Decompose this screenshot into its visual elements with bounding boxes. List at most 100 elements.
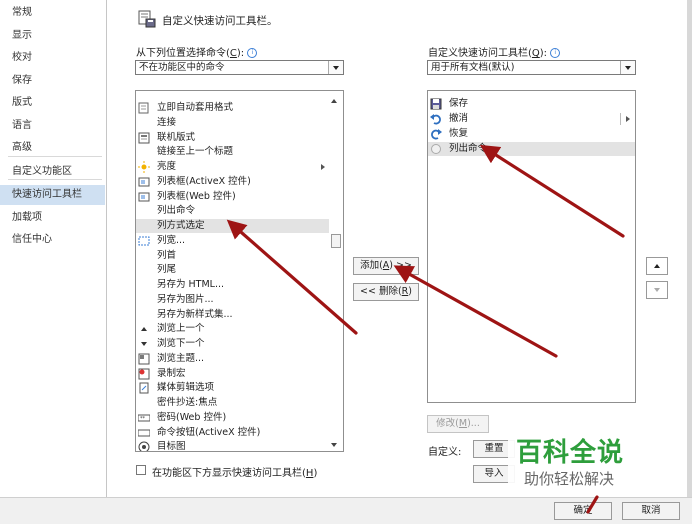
submenu-chevron-icon[interactable] xyxy=(626,116,630,122)
command-list-item[interactable]: 另存为 HTML... xyxy=(136,278,329,292)
move-down-button[interactable] xyxy=(646,281,668,299)
command-label: 链接至上一个标题 xyxy=(157,146,234,158)
command-label: 命令按钮(ActiveX 控件) xyxy=(157,426,261,438)
command-list-item[interactable]: 链接至上一个标题 xyxy=(136,145,329,159)
command-list-item[interactable]: 浏览主题... xyxy=(136,352,329,366)
nav-divider xyxy=(8,179,102,180)
scroll-down-icon[interactable] xyxy=(331,443,337,447)
add-button[interactable]: 添加(A) >> xyxy=(353,257,419,275)
info-icon: i xyxy=(247,48,258,58)
command-list-item[interactable]: 另存为新样式集... xyxy=(136,308,329,322)
nav-item[interactable]: 常规 xyxy=(12,3,32,23)
blank-icon xyxy=(138,146,150,158)
browse-prev-icon xyxy=(138,323,150,335)
nav-item[interactable]: 版式 xyxy=(12,93,32,113)
command-list-item[interactable]: 目标图 xyxy=(136,440,329,451)
watermark: 百科全说 助你轻松解决 xyxy=(508,428,668,496)
command-label: 列首 xyxy=(157,249,177,261)
command-label: 媒体剪辑选项 xyxy=(157,382,215,394)
ok-button[interactable]: 确定 xyxy=(554,502,612,520)
command-list-item[interactable]: 另存为图片... xyxy=(136,293,329,307)
command-list-item[interactable]: 联机版式 xyxy=(136,131,329,145)
clip-options-icon xyxy=(138,382,150,394)
command-label: 列尾 xyxy=(157,264,177,276)
qat-scope-dropdown[interactable]: 用于所有文档(默认) xyxy=(427,60,636,75)
command-list-item[interactable]: 亮度 xyxy=(136,160,329,174)
nav-item[interactable]: 校对 xyxy=(12,48,32,68)
command-label: 连接 xyxy=(157,116,177,128)
submenu-chevron-icon xyxy=(321,164,325,170)
command-list-item[interactable]: 列尾 xyxy=(136,263,329,277)
nav-item[interactable]: 信任中心 xyxy=(12,230,52,250)
scroll-up-icon[interactable] xyxy=(331,99,337,103)
qat-list-item[interactable]: 恢复 xyxy=(428,127,635,141)
command-list-item[interactable]: 列表框(Web 控件) xyxy=(136,190,329,204)
command-list-item[interactable]: 浏览下一个 xyxy=(136,337,329,351)
move-up-button[interactable] xyxy=(646,257,668,275)
command-list-item[interactable]: 录制宏 xyxy=(136,367,329,381)
qat-list-item[interactable]: 列出命令 xyxy=(428,142,635,156)
command-list-item[interactable]: 浏览上一个 xyxy=(136,322,329,336)
command-label: 另存为 HTML... xyxy=(157,279,225,290)
nav-item[interactable]: 语言 xyxy=(12,116,32,136)
info-icon: i xyxy=(550,48,561,58)
watermark-subtitle: 助你轻松解决 xyxy=(524,470,615,488)
chevron-down-icon[interactable] xyxy=(620,61,635,74)
commands-scrollbar[interactable] xyxy=(329,91,343,451)
listbox-web-icon xyxy=(138,191,150,203)
brightness-icon xyxy=(138,161,150,173)
blank-icon xyxy=(138,294,150,306)
command-list-item[interactable]: 列宽... xyxy=(136,234,329,248)
modify-button[interactable]: 修改(M)... xyxy=(427,415,489,433)
qat-list-item[interactable]: 保存 xyxy=(428,97,635,111)
nav-item[interactable]: 加载项 xyxy=(12,208,42,228)
show-below-ribbon-checkbox[interactable] xyxy=(136,465,146,475)
cancel-button[interactable]: 取消 xyxy=(622,502,680,520)
available-commands-list[interactable]: 立即自动套用格式 连接 联机版式 链接至上一个标题 亮度 列表框(ActiveX 控件) 列… xyxy=(135,90,344,452)
nav-item[interactable]: 快速访问工具栏 xyxy=(0,185,105,205)
format-icon xyxy=(138,102,150,114)
record-macro-icon xyxy=(138,368,150,380)
command-label: 立即自动套用格式 xyxy=(157,102,234,113)
watermark-title: 百科全说 xyxy=(516,438,625,468)
command-label: 列表框(Web 控件) xyxy=(157,190,236,202)
qat-header-icon xyxy=(138,10,156,28)
blank-icon xyxy=(138,309,150,321)
nav-item[interactable]: 高级 xyxy=(12,138,32,158)
command-list-item[interactable]: 媒体剪辑选项 xyxy=(136,381,329,395)
command-label: 录制宏 xyxy=(157,367,186,379)
choose-commands-dropdown[interactable]: 不在功能区中的命令 xyxy=(135,60,344,75)
browse-next-icon xyxy=(138,338,150,350)
command-list-item[interactable]: 列表框(ActiveX 控件) xyxy=(136,175,329,189)
blank-icon xyxy=(138,264,150,276)
command-list-item[interactable]: 列首 xyxy=(136,249,329,263)
online-layout-icon xyxy=(138,132,150,144)
qat-commands-list[interactable]: 保存撤消恢复列出命令 xyxy=(427,90,636,403)
command-label: 列宽... xyxy=(157,234,186,246)
command-label: 另存为新样式集... xyxy=(157,308,233,320)
command-label: 列方式选定 xyxy=(157,220,205,231)
qat-item-label: 撤消 xyxy=(449,113,469,124)
chevron-down-icon[interactable] xyxy=(328,61,343,74)
command-list-item[interactable]: 连接 xyxy=(136,116,329,130)
command-list-item[interactable]: 列方式选定 xyxy=(136,219,329,233)
nav-item[interactable]: 保存 xyxy=(12,71,32,91)
blank-icon xyxy=(138,279,150,291)
qat-list-item[interactable]: 撤消 xyxy=(428,112,635,126)
qat-item-label: 列出命令 xyxy=(449,143,488,154)
remove-button[interactable]: << 删除(R) xyxy=(353,283,419,301)
command-button-icon xyxy=(137,427,151,439)
command-list-item[interactable]: 立即自动套用格式 xyxy=(136,101,329,115)
command-label: 密码(Web 控件) xyxy=(157,411,227,423)
command-list-item[interactable]: 命令按钮(ActiveX 控件) xyxy=(136,426,329,440)
redo-icon xyxy=(430,128,442,140)
svg-text:**: ** xyxy=(140,416,146,422)
command-list-item[interactable]: 列出命令 xyxy=(136,204,329,218)
command-label: 联机版式 xyxy=(157,131,196,143)
command-list-item[interactable]: 密件抄送:焦点 xyxy=(136,396,329,410)
command-list-item[interactable]: ** 密码(Web 控件) xyxy=(136,411,329,425)
nav-item[interactable]: 显示 xyxy=(12,26,32,46)
qat-item-label: 保存 xyxy=(449,98,469,109)
command-label: 浏览下一个 xyxy=(157,338,205,349)
scroll-thumb[interactable] xyxy=(331,234,341,248)
